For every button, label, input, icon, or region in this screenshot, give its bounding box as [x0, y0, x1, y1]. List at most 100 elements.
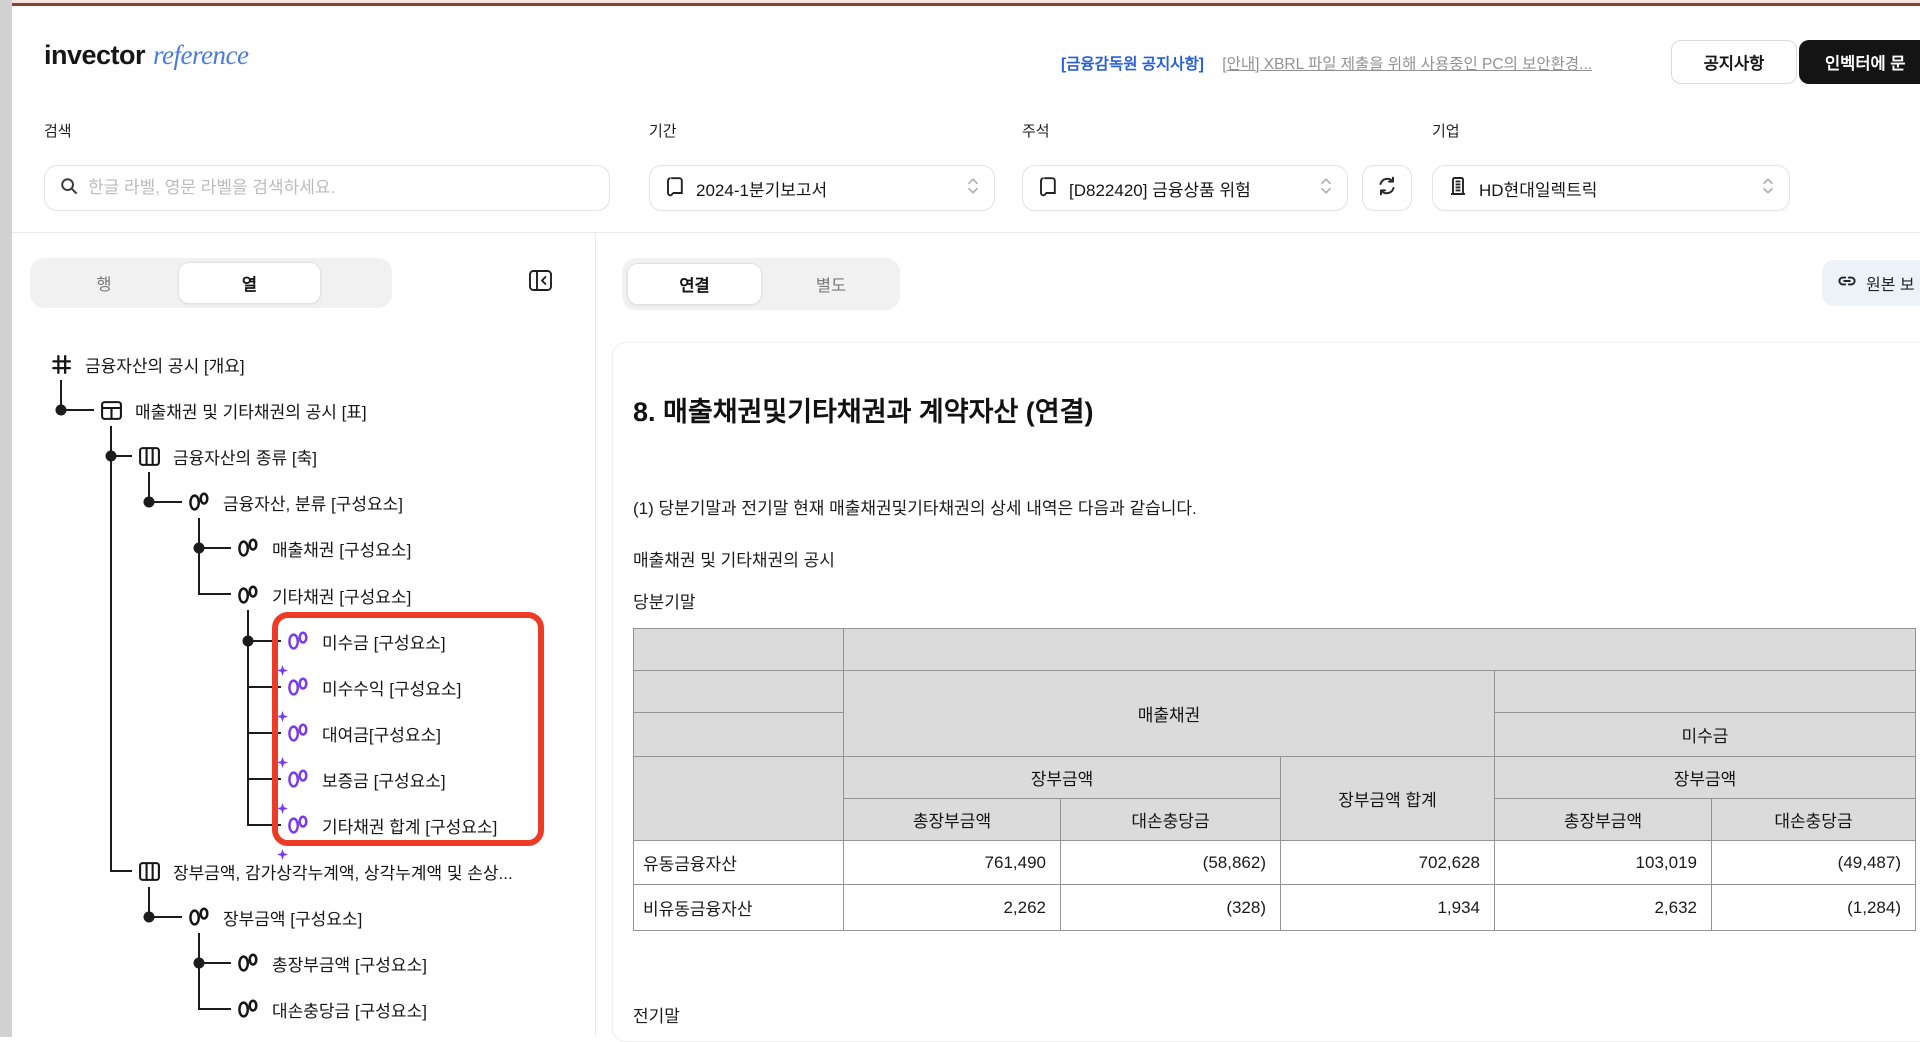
top-accent-line: [0, 3, 1920, 6]
group-other-receivables: 미수금: [1495, 713, 1916, 757]
period-label: 기간: [649, 120, 677, 141]
tab-columns[interactable]: 열: [178, 262, 321, 304]
period-current-label: 당분기말: [633, 588, 696, 613]
table-row: 유동금융자산 761,490 (58,862) 702,628 103,019 …: [634, 841, 1916, 885]
view-source-label: 원본 보: [1866, 271, 1915, 295]
search-icon: [59, 176, 79, 201]
tab-separate[interactable]: 별도: [762, 258, 900, 310]
search-input[interactable]: [88, 178, 595, 198]
book-value-total-header: 장부금액 합계: [1281, 757, 1495, 841]
tree-item[interactable]: 금융자산의 공시 [개요]: [50, 343, 245, 385]
company-value: HD현대일렉트릭: [1479, 176, 1597, 201]
group-trade-receivables: 매출채권: [844, 671, 1495, 757]
tree-item-label: 매출채권 [구성요소]: [272, 536, 411, 561]
table-row: 비유동금융자산 2,262 (328) 1,934 2,632 (1,284): [634, 885, 1916, 931]
member-sparkle-icon: [287, 768, 310, 791]
empty-header-cell: [634, 713, 844, 757]
tree-item[interactable]: 매출채권 [구성요소]: [237, 527, 411, 569]
left-edge-strip: [0, 0, 12, 1037]
tree-item[interactable]: 금융자산, 분류 [구성요소]: [188, 481, 403, 523]
collapse-panel-icon: [527, 267, 554, 299]
tree-item-label: 총장부금액 [구성요소]: [272, 951, 427, 976]
swap-refresh-button[interactable]: [1362, 165, 1412, 211]
link-icon: [1836, 270, 1858, 297]
member-icon: [237, 537, 260, 560]
book-value-header: 장부금액: [844, 757, 1281, 799]
tree-item-label: 금융자산, 분류 [구성요소]: [223, 490, 403, 515]
tree-item[interactable]: 미수수익 [구성요소]: [287, 666, 461, 708]
company-select[interactable]: HD현대일렉트릭: [1432, 165, 1790, 211]
contact-button[interactable]: 인벡터에 문: [1799, 40, 1920, 84]
tree-item[interactable]: 대여금[구성요소]: [287, 712, 441, 754]
tree-item[interactable]: 장부금액, 감가상각누계액, 상각누계액 및 손상...: [138, 850, 513, 892]
tree-item-label: 대여금[구성요소]: [322, 721, 441, 746]
columns-icon: [138, 860, 161, 883]
tree-item[interactable]: 총장부금액 [구성요소]: [237, 942, 427, 984]
collapse-panel-button[interactable]: [524, 268, 556, 298]
building-icon: [1447, 175, 1469, 202]
footnote-select[interactable]: [D822420] 금융상품 위험: [1022, 165, 1348, 211]
tree-item[interactable]: 미수금 [구성요소]: [287, 620, 446, 662]
period-prior-label: 전기말: [633, 1002, 680, 1027]
empty-header-cell: [844, 629, 1916, 671]
logo-primary: invector: [44, 40, 145, 70]
app-root: invector reference [금융감독원 공지사항] [안내] XBRL…: [0, 0, 1920, 1037]
footnote-scroll-icon: [1037, 175, 1059, 202]
cell-value: 1,934: [1281, 885, 1495, 931]
tree-item-label: 미수수익 [구성요소]: [322, 675, 461, 700]
tree-item[interactable]: 기타채권 [구성요소]: [237, 574, 411, 616]
app-logo: invector reference: [44, 40, 248, 71]
company-label: 기업: [1432, 120, 1460, 141]
tree-item[interactable]: 금융자산의 종류 [축]: [138, 435, 317, 477]
tree-item-label: 장부금액 [구성요소]: [223, 905, 362, 930]
member-sparkle-icon: [287, 814, 310, 837]
search-box[interactable]: [44, 165, 610, 211]
tree-item-label: 기타채권 [구성요소]: [272, 583, 411, 608]
note-title: 8. 매출채권및기타채권과 계약자산 (연결): [633, 390, 1093, 429]
note-paragraph: (1) 당분기말과 전기말 현재 매출채권및기타채권의 상세 내역은 다음과 같…: [633, 494, 1197, 519]
footnote-label: 주석: [1022, 120, 1050, 141]
tree-item-label: 매출채권 및 기타채권의 공시 [표]: [135, 398, 367, 423]
xbrl-notice-link[interactable]: [안내] XBRL 파일 제출을 위해 사용중인 PC의 보안환경...: [1222, 56, 1592, 73]
member-sparkle-icon: [287, 676, 310, 699]
search-label: 검색: [44, 120, 72, 141]
empty-header-cell: [634, 629, 844, 671]
gross-header: 총장부금액: [1495, 799, 1712, 841]
statement-toggle: 연결 별도: [622, 258, 900, 310]
notice-button[interactable]: 공지사항: [1671, 40, 1797, 84]
tree-item[interactable]: 장부금액 [구성요소]: [188, 896, 362, 938]
tree-item[interactable]: 기타채권 합계 [구성요소]: [287, 804, 497, 846]
chevron-updown-icon: [1319, 175, 1333, 202]
panel-divider: [595, 233, 596, 1037]
empty-header-cell: [634, 757, 844, 841]
empty-header-cell: [1495, 671, 1916, 713]
header-notice-links: [금융감독원 공지사항] [안내] XBRL 파일 제출을 위해 사용중인 PC…: [1061, 52, 1592, 74]
member-icon: [237, 998, 260, 1021]
header-divider: [12, 232, 1920, 233]
allowance-header: 대손충당금: [1061, 799, 1281, 841]
tree-item[interactable]: 보증금 [구성요소]: [287, 758, 446, 800]
tree-item[interactable]: 대손충당금 [구성요소]: [237, 988, 427, 1030]
member-icon: [188, 906, 211, 929]
cell-value: 761,490: [844, 841, 1061, 885]
period-select[interactable]: 2024-1분기보고서: [649, 165, 995, 211]
view-source-button[interactable]: 원본 보: [1822, 260, 1920, 306]
tree-item-label: 보증금 [구성요소]: [322, 767, 446, 792]
gross-header: 총장부금액: [844, 799, 1061, 841]
cell-value: 702,628: [1281, 841, 1495, 885]
tab-consolidated[interactable]: 연결: [627, 263, 762, 305]
row-label: 유동금융자산: [634, 841, 844, 885]
cell-value: (328): [1061, 885, 1281, 931]
axis-toggle: 행 열: [30, 258, 392, 308]
table-caption: 매출채권 및 기타채권의 공시: [633, 546, 835, 571]
tree-item[interactable]: 매출채권 및 기타채권의 공시 [표]: [100, 389, 367, 431]
tab-rows[interactable]: 행: [30, 258, 178, 308]
member-icon: [188, 491, 211, 514]
logo-secondary: reference: [153, 40, 248, 70]
cell-value: (58,862): [1061, 841, 1281, 885]
tree-item-label: 금융자산의 종류 [축]: [173, 444, 317, 469]
fss-notice-link[interactable]: [금융감독원 공지사항]: [1061, 56, 1204, 73]
report-scroll-icon: [664, 175, 686, 202]
member-sparkle-icon: [287, 630, 310, 653]
member-sparkle-icon: [287, 722, 310, 745]
